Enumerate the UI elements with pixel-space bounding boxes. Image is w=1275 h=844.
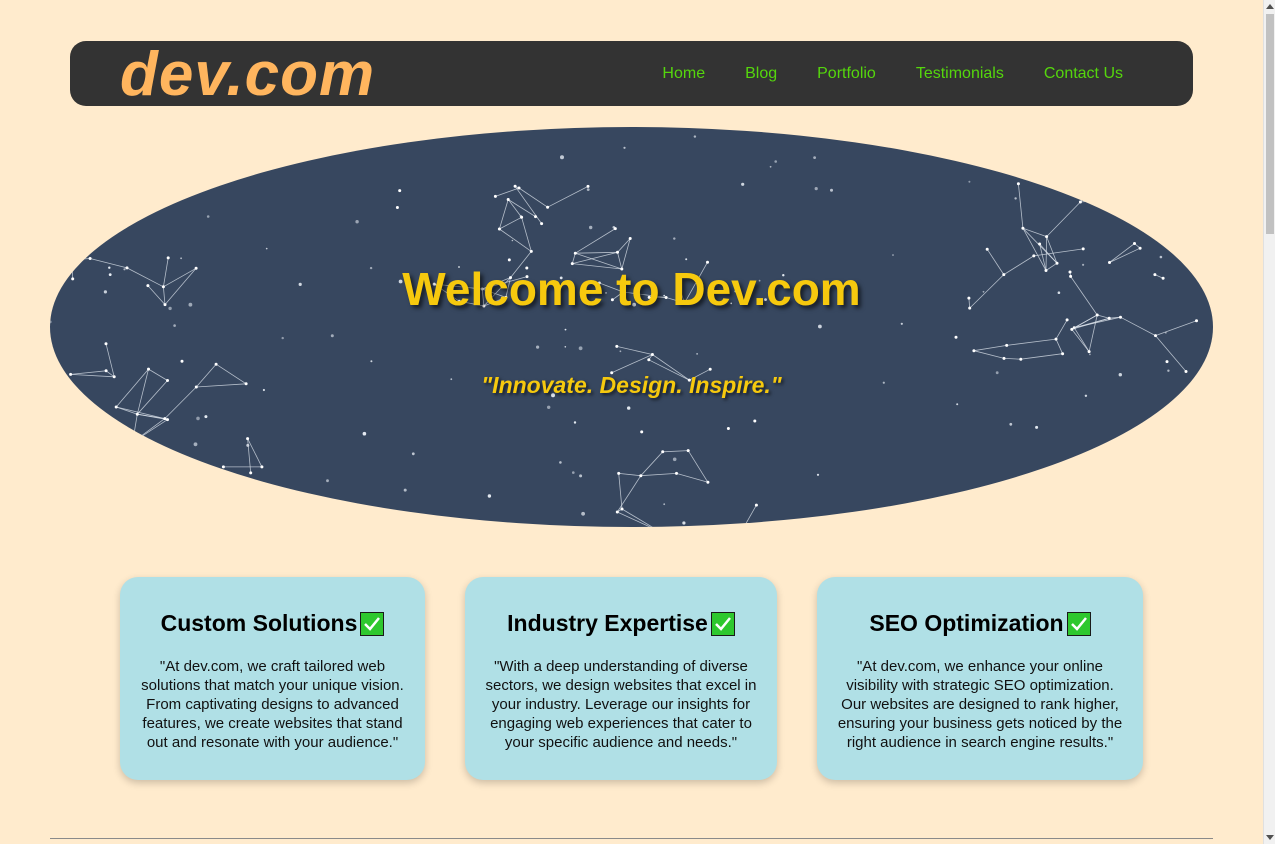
section-divider [50,838,1213,839]
scroll-up-arrow-icon[interactable] [1266,4,1274,9]
hero-tagline: "Innovate. Design. Inspire." [481,372,782,398]
card-description: "At dev.com, we enhance your online visi… [837,658,1123,751]
feature-card-custom-solutions: Custom Solutions "At dev.com, we craft t… [120,577,425,780]
nav-link-testimonials[interactable]: Testimonials [916,64,1004,84]
hero-title: Welcome to Dev.com [402,263,861,315]
site-header: dev.com Home Blog Portfolio Testimonials… [70,41,1193,107]
check-mark-icon [1066,611,1091,636]
card-description: "With a deep understanding of diverse se… [485,658,757,751]
site-logo[interactable]: dev.com [120,43,375,107]
scroll-down-arrow-icon[interactable] [1266,835,1274,840]
card-title-row: Industry Expertise [465,610,777,637]
main-nav: Home Blog Portfolio Testimonials Contact… [662,64,1123,84]
page: dev.com Home Blog Portfolio Testimonials… [0,0,1263,844]
card-title: SEO Optimization [869,610,1064,636]
nav-link-home[interactable]: Home [662,64,705,84]
card-title-row: Custom Solutions [120,610,425,637]
card-title: Industry Expertise [507,610,708,636]
scrollbar-thumb[interactable] [1266,14,1274,234]
hero-banner: Welcome to Dev.com "Innovate. Design. In… [50,127,1213,527]
nav-link-portfolio[interactable]: Portfolio [817,64,876,84]
card-title: Custom Solutions [160,610,358,636]
nav-link-contact-us[interactable]: Contact Us [1044,64,1123,84]
feature-card-industry-expertise: Industry Expertise "With a deep understa… [465,577,777,780]
check-mark-icon [710,611,735,636]
network-background-graphic [50,127,1198,527]
vertical-scrollbar[interactable] [1263,0,1275,844]
check-mark-icon [360,611,385,636]
card-description: "At dev.com, we craft tailored web solut… [141,658,404,751]
nav-link-blog[interactable]: Blog [745,64,777,84]
card-title-row: SEO Optimization [817,610,1143,637]
feature-card-seo-optimization: SEO Optimization "At dev.com, we enhance… [817,577,1143,780]
